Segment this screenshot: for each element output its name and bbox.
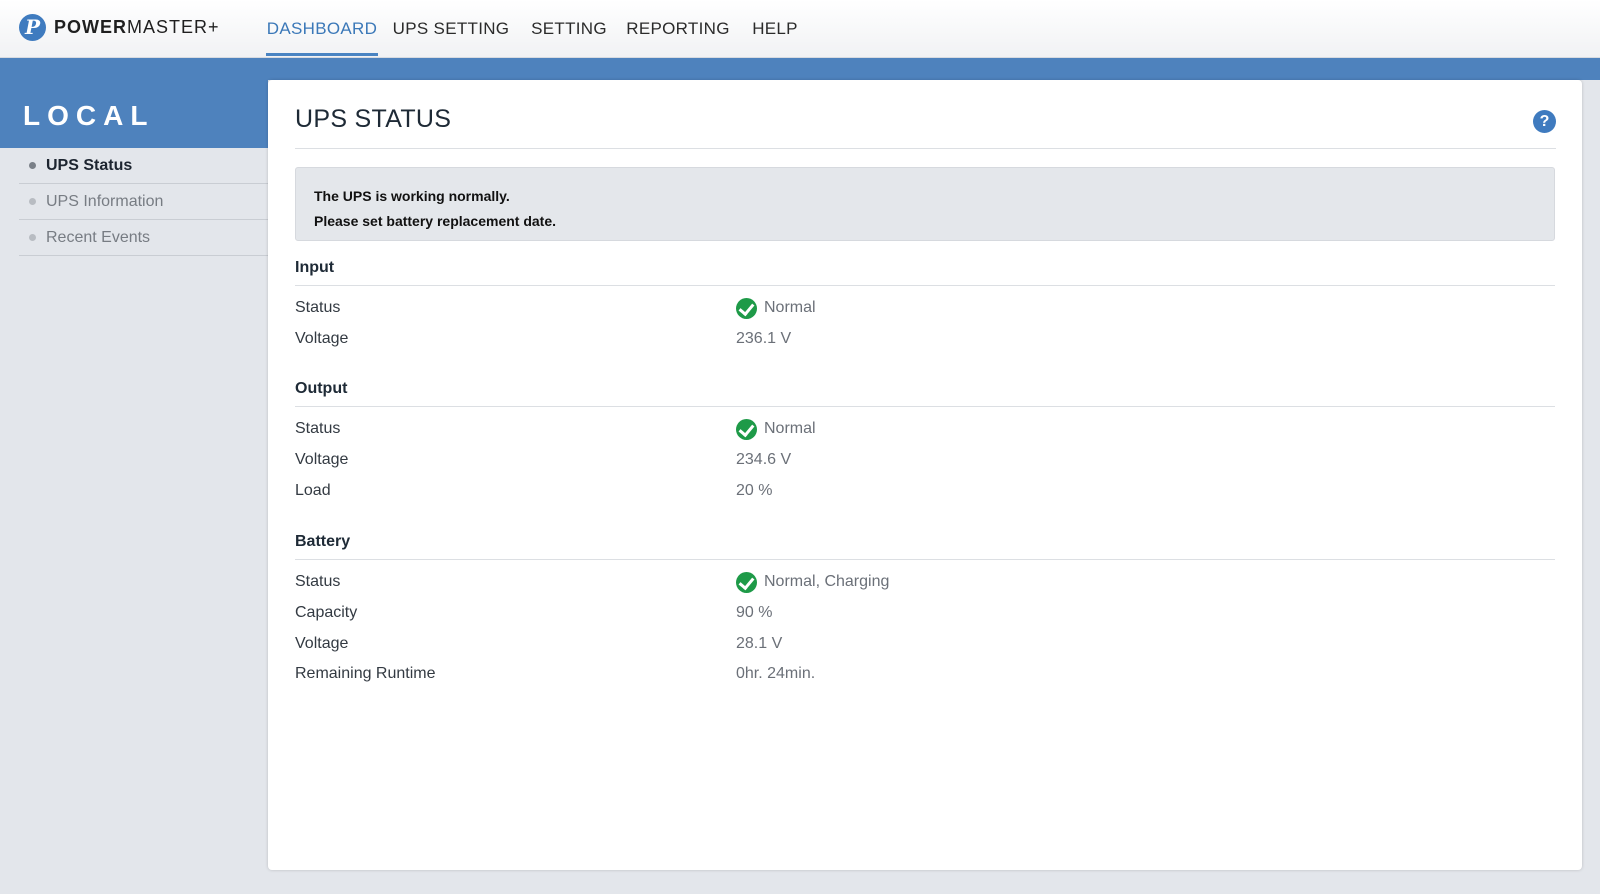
row-value: Normal — [736, 418, 816, 440]
sidebar-item-label: UPS Status — [46, 156, 133, 174]
nav-dashboard[interactable]: DASHBOARD — [266, 0, 378, 58]
main-nav: DASHBOARD UPS SETTING SETTING REPORTING … — [266, 0, 804, 58]
section-battery: Battery Status Normal, Charging Capacity… — [295, 530, 1555, 690]
check-circle-icon — [736, 297, 757, 319]
check-circle-icon — [736, 418, 757, 440]
row-value: 0hr. 24min. — [736, 665, 816, 683]
table-row: Voltage 234.6 V — [295, 445, 1555, 476]
row-value: 236.1 V — [736, 330, 792, 348]
bullet-icon — [29, 198, 36, 205]
table-row: Status Normal, Charging — [295, 567, 1555, 598]
section-input: Input Status Normal Voltage 236.1 V — [295, 256, 1555, 354]
row-label: Status — [295, 299, 341, 317]
page-title: UPS STATUS — [295, 105, 452, 133]
notice-line-2: Please set battery replacement date. — [314, 213, 557, 229]
nav-ups-setting[interactable]: UPS SETTING — [386, 0, 516, 58]
bullet-icon — [29, 234, 36, 241]
row-value: 20 % — [736, 481, 773, 499]
table-row: Voltage 28.1 V — [295, 628, 1555, 659]
table-row: Status Normal — [295, 293, 1555, 324]
table-row: Status Normal — [295, 414, 1555, 445]
sidebar-item-ups-status[interactable]: UPS Status — [19, 148, 269, 184]
nav-setting[interactable]: SETTING — [528, 0, 610, 58]
notice-line-1: The UPS is working normally. — [314, 188, 510, 204]
row-label: Status — [295, 573, 341, 591]
nav-reporting[interactable]: REPORTING — [626, 0, 730, 58]
section-title: Output — [295, 377, 1555, 407]
sidebar-menu: UPS Status UPS Information Recent Events — [19, 148, 269, 256]
section-title: Input — [295, 256, 1555, 286]
section-title: Battery — [295, 530, 1555, 560]
section-output: Output Status Normal Voltage 234.6 V Loa… — [295, 377, 1555, 506]
sidebar-item-label: Recent Events — [46, 228, 151, 246]
row-label: Voltage — [295, 451, 349, 469]
row-value: Normal — [736, 297, 816, 319]
sidebar-title: LOCAL — [23, 100, 155, 131]
row-label: Voltage — [295, 634, 349, 652]
row-value: 28.1 V — [736, 634, 783, 652]
logo[interactable]: P POWERMASTER+ — [19, 13, 220, 41]
sidebar-item-ups-information[interactable]: UPS Information — [19, 184, 269, 220]
help-icon[interactable]: ? — [1533, 110, 1556, 133]
header-band — [0, 58, 1600, 80]
row-value: 90 % — [736, 604, 773, 622]
row-label: Load — [295, 481, 331, 499]
row-value: 234.6 V — [736, 451, 792, 469]
table-row: Voltage 236.1 V — [295, 324, 1555, 355]
sidebar-item-recent-events[interactable]: Recent Events — [19, 220, 269, 256]
status-notice: The UPS is working normally. Please set … — [295, 167, 1555, 241]
table-row: Remaining Runtime 0hr. 24min. — [295, 659, 1555, 690]
row-label: Remaining Runtime — [295, 665, 436, 683]
table-row: Capacity 90 % — [295, 598, 1555, 629]
sidebar-item-label: UPS Information — [46, 192, 164, 210]
row-label: Status — [295, 420, 341, 438]
row-value: Normal, Charging — [736, 571, 889, 593]
check-circle-icon — [736, 571, 757, 593]
row-label: Capacity — [295, 604, 358, 622]
top-nav-bar: P POWERMASTER+ DASHBOARD UPS SETTING SET… — [0, 0, 1600, 58]
row-label: Voltage — [295, 330, 349, 348]
nav-help[interactable]: HELP — [746, 0, 804, 58]
logo-text: POWERMASTER+ — [54, 16, 220, 37]
main-panel: UPS STATUS ? The UPS is working normally… — [268, 80, 1582, 870]
bullet-icon — [29, 162, 36, 169]
title-divider — [295, 148, 1556, 149]
powermaster-logo-icon: P — [19, 13, 46, 41]
table-row: Load 20 % — [295, 475, 1555, 506]
